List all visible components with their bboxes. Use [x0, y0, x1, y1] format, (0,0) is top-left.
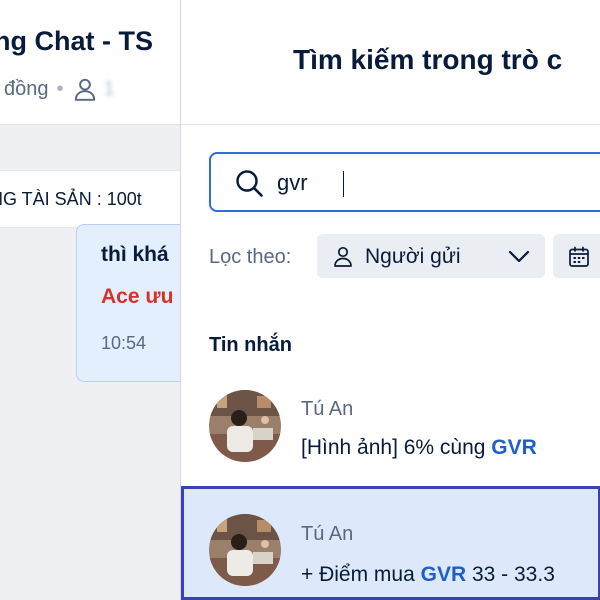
chat-background-pane: ng Chat - TS đồng • 1 NG TÀI SẢN : 100t …	[0, 0, 180, 600]
search-input[interactable]	[277, 164, 597, 202]
search-panel-header: Tìm kiếm trong trò c	[181, 0, 600, 125]
chat-subtitle: đồng • 1	[4, 76, 133, 102]
message-text-line: thì khá	[101, 243, 169, 266]
message-bubble[interactable]: thì khá Ace ưu 10:54	[76, 224, 180, 382]
sender-filter-label: Người gửi	[365, 245, 461, 268]
snippet-text: [Hình ảnh] 6% cùng	[301, 436, 492, 459]
calendar-icon	[569, 246, 589, 267]
separator-dot: •	[56, 77, 64, 100]
search-panel-title: Tìm kiếm trong trò c	[293, 44, 563, 75]
snippet-text-after: 33 - 33.3	[466, 563, 555, 586]
message-highlight-line: Ace ưu	[101, 285, 174, 308]
search-box[interactable]	[209, 152, 600, 212]
chevron-down-icon	[508, 250, 530, 263]
chat-subtitle-text: đồng	[4, 77, 49, 100]
search-result-item-selected[interactable]: Tú An + Điểm mua GVR 33 - 33.3	[181, 486, 600, 600]
members-count-blurred: 1	[103, 77, 115, 100]
date-filter-button[interactable]	[553, 234, 600, 278]
filter-label: Lọc theo:	[209, 246, 292, 268]
messages-section-title: Tin nhắn	[209, 334, 292, 356]
snippet-text: + Điểm mua	[301, 563, 421, 586]
result-snippet: + Điểm mua GVR 33 - 33.3	[301, 563, 555, 587]
avatar	[209, 514, 281, 586]
pinned-message-bar[interactable]: NG TÀI SẢN : 100t	[0, 170, 180, 228]
result-sender-name: Tú An	[301, 523, 354, 545]
text-caret	[343, 171, 344, 197]
chat-title: ng Chat - TS	[0, 26, 153, 56]
person-icon	[334, 246, 352, 267]
pinned-message-text: NG TÀI SẢN : 100t	[0, 189, 142, 209]
result-snippet: [Hình ảnh] 6% cùng GVR	[301, 436, 537, 460]
snippet-highlight: GVR	[491, 436, 537, 459]
message-time: 10:54	[101, 333, 147, 353]
result-sender-name: Tú An	[301, 398, 354, 420]
avatar	[209, 390, 281, 462]
members-icon[interactable]	[72, 76, 98, 102]
search-result-item[interactable]: Tú An [Hình ảnh] 6% cùng GVR	[181, 378, 600, 488]
search-panel: Tìm kiếm trong trò c Lọc theo: Người gửi	[180, 0, 600, 600]
sender-filter-dropdown[interactable]: Người gửi	[317, 234, 545, 278]
chat-header: ng Chat - TS đồng • 1	[0, 0, 180, 125]
snippet-highlight: GVR	[420, 563, 467, 586]
search-icon	[236, 170, 263, 197]
